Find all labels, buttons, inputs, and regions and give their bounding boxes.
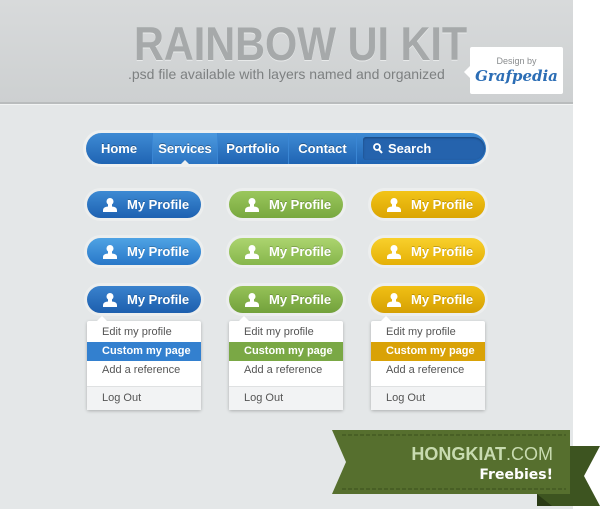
profile-button-label: My Profile: [127, 197, 190, 212]
ribbon-tagline: Freebies!: [479, 467, 553, 483]
profile-button-label: My Profile: [269, 292, 332, 307]
dropdown-item[interactable]: Add a reference: [229, 361, 343, 380]
profile-button-blue-hover[interactable]: My Profile: [87, 238, 201, 265]
user-icon: [387, 292, 401, 307]
dropdown-item[interactable]: Add a reference: [87, 361, 201, 380]
profile-button-yellow-hover[interactable]: My Profile: [371, 238, 485, 265]
profile-button-green-pressed[interactable]: My Profile: [229, 286, 343, 313]
profile-button-label: My Profile: [411, 244, 474, 259]
user-icon: [245, 244, 259, 259]
user-icon: [387, 244, 401, 259]
profile-button-yellow-pressed[interactable]: My Profile: [371, 286, 485, 313]
profile-button-label: My Profile: [269, 197, 332, 212]
dropdown-item[interactable]: Edit my profile: [87, 323, 201, 342]
logout-item[interactable]: Log Out: [371, 386, 485, 410]
ribbon-site: HONGKIAT: [411, 444, 506, 464]
user-icon: [103, 244, 117, 259]
dropdown-item[interactable]: Edit my profile: [371, 323, 485, 342]
designer-badge[interactable]: Design by Grafpedia: [464, 47, 563, 94]
dropdown-item[interactable]: Custom my page: [371, 342, 485, 361]
badge-caption: Design by: [496, 56, 537, 66]
nav-item-portfolio[interactable]: Portfolio: [218, 133, 289, 164]
hongkiat-ribbon: HONGKIAT.COM Freebies!: [332, 430, 600, 506]
dropdown-item[interactable]: Custom my page: [229, 342, 343, 361]
dropdown-item[interactable]: Custom my page: [87, 342, 201, 361]
logout-item[interactable]: Log Out: [229, 386, 343, 410]
logout-item[interactable]: Log Out: [87, 386, 201, 410]
profile-dropdown-yellow: Edit my profile Custom my page Add a refer…: [371, 316, 485, 410]
search-icon: [373, 143, 383, 154]
profile-button-label: My Profile: [411, 292, 474, 307]
profile-button-label: My Profile: [127, 244, 190, 259]
user-icon: [387, 197, 401, 212]
profile-dropdown-green: Edit my profile Custom my page Add a refer…: [229, 316, 343, 410]
svg-text:HONGKIAT.COM: HONGKIAT.COM: [411, 444, 553, 464]
profile-button-label: My Profile: [127, 292, 190, 307]
ribbon-tld: .COM: [506, 444, 553, 464]
profile-dropdown-blue: Edit my profile Custom my page Add a refer…: [87, 316, 201, 410]
user-icon: [103, 292, 117, 307]
navigation-bar: Home Services Portfolio Contact Search: [86, 133, 486, 164]
search-input[interactable]: Search: [363, 137, 485, 160]
profile-button-green-normal[interactable]: My Profile: [229, 191, 343, 218]
user-icon: [245, 197, 259, 212]
page-subtitle: .psd file available with layers named an…: [128, 66, 445, 82]
nav-item-home[interactable]: Home: [86, 133, 153, 164]
profile-button-green-hover[interactable]: My Profile: [229, 238, 343, 265]
nav-item-services[interactable]: Services: [153, 133, 218, 164]
nav-item-contact[interactable]: Contact: [289, 133, 357, 164]
profile-button-blue-normal[interactable]: My Profile: [87, 191, 201, 218]
profile-button-blue-pressed[interactable]: My Profile: [87, 286, 201, 313]
profile-button-yellow-normal[interactable]: My Profile: [371, 191, 485, 218]
dropdown-item[interactable]: Edit my profile: [229, 323, 343, 342]
profile-button-label: My Profile: [269, 244, 332, 259]
badge-brand: Grafpedia: [475, 67, 558, 85]
user-icon: [245, 292, 259, 307]
user-icon: [103, 197, 117, 212]
search-label: Search: [388, 141, 432, 156]
dropdown-item[interactable]: Add a reference: [371, 361, 485, 380]
header: RAINBOW UI KIT .psd file available with …: [0, 0, 573, 104]
page-title: RAINBOW UI KIT: [134, 17, 468, 70]
profile-button-label: My Profile: [411, 197, 474, 212]
